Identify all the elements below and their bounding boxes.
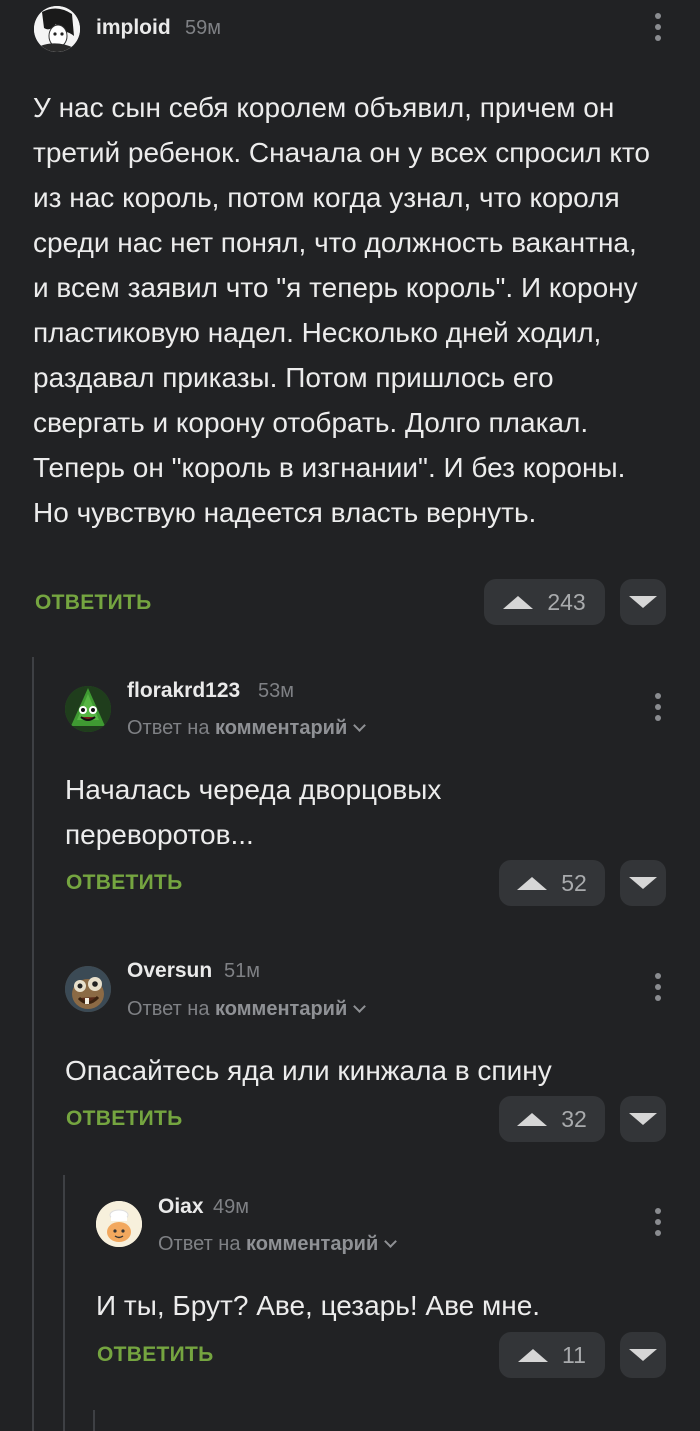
reply-to-link[interactable]: Ответ на комментарий xyxy=(127,998,367,1021)
reply-button[interactable]: ОТВЕТИТЬ xyxy=(66,1107,183,1131)
reply-target: комментарий xyxy=(246,1233,379,1255)
chevron-down-icon xyxy=(384,1235,398,1248)
timestamp: 51м xyxy=(224,960,260,982)
timestamp: 59м xyxy=(185,17,221,39)
more-vertical-icon[interactable] xyxy=(654,13,662,43)
avatar-image xyxy=(65,686,111,732)
avatar[interactable] xyxy=(34,6,80,52)
vote-count: 32 xyxy=(561,1105,587,1132)
reply-button[interactable]: ОТВЕТИТЬ xyxy=(35,591,152,615)
avatar-image xyxy=(65,966,111,1012)
comment-text: У нас сын себя королем объявил, причем о… xyxy=(33,92,650,528)
reply-button[interactable]: ОТВЕТИТЬ xyxy=(66,871,183,895)
comment-text: Началась череда дворцовых переворотов... xyxy=(65,774,442,850)
more-vertical-icon[interactable] xyxy=(654,1208,662,1238)
more-vertical-icon[interactable] xyxy=(654,973,662,1003)
username[interactable]: florakrd123 xyxy=(127,679,240,703)
downvote-button[interactable] xyxy=(620,579,666,625)
chevron-down-icon xyxy=(353,719,367,732)
avatar[interactable] xyxy=(65,686,111,732)
vote-count: 52 xyxy=(561,869,587,896)
downvote-triangle-icon xyxy=(629,596,657,608)
more-vertical-icon[interactable] xyxy=(654,693,662,723)
downvote-triangle-icon xyxy=(629,1349,657,1361)
reply-prefix: Ответ на xyxy=(127,717,216,739)
downvote-triangle-icon xyxy=(629,1113,657,1125)
comment-text: Опасайтесь яда или кинжала в спину xyxy=(65,1055,552,1086)
reply-target: комментарий xyxy=(215,998,348,1020)
vote-count: 243 xyxy=(547,588,586,615)
reply-prefix: Ответ на xyxy=(158,1233,247,1255)
timestamp: 53м xyxy=(258,680,294,702)
reply-target: комментарий xyxy=(215,717,348,739)
downvote-button[interactable] xyxy=(620,1096,666,1142)
vote-count: 11 xyxy=(562,1341,586,1368)
upvote-button[interactable]: 243 xyxy=(484,579,605,625)
downvote-triangle-icon xyxy=(629,877,657,889)
reply-to-link[interactable]: Ответ на комментарий xyxy=(158,1233,398,1256)
upvote-button[interactable]: 11 xyxy=(499,1332,605,1378)
reply-button[interactable]: ОТВЕТИТЬ xyxy=(97,1343,214,1367)
upvote-button[interactable]: 32 xyxy=(499,1096,605,1142)
avatar[interactable] xyxy=(65,966,111,1012)
comment-text: И ты, Брут? Аве, цезарь! Аве мне. xyxy=(96,1290,541,1321)
chevron-down-icon xyxy=(353,1000,367,1013)
username[interactable]: imploid xyxy=(96,16,171,40)
reply-to-link[interactable]: Ответ на комментарий xyxy=(127,717,367,740)
reply-prefix: Ответ на xyxy=(127,998,216,1020)
thread-line-level-2[interactable] xyxy=(63,1175,65,1431)
username[interactable]: Oversun xyxy=(127,959,212,983)
timestamp: 49м xyxy=(213,1196,249,1218)
upvote-button[interactable]: 52 xyxy=(499,860,605,906)
upvote-triangle-icon xyxy=(503,595,534,609)
upvote-triangle-icon xyxy=(518,1348,549,1362)
thread-line-level-3[interactable] xyxy=(93,1410,95,1431)
downvote-button[interactable] xyxy=(620,1332,666,1378)
username[interactable]: Oiax xyxy=(158,1195,204,1219)
upvote-triangle-icon xyxy=(517,1112,548,1126)
upvote-triangle-icon xyxy=(517,876,548,890)
downvote-button[interactable] xyxy=(620,860,666,906)
avatar-image xyxy=(96,1201,142,1247)
avatar[interactable] xyxy=(96,1201,142,1247)
thread-line-level-1[interactable] xyxy=(32,657,34,1431)
avatar-image xyxy=(34,6,80,52)
